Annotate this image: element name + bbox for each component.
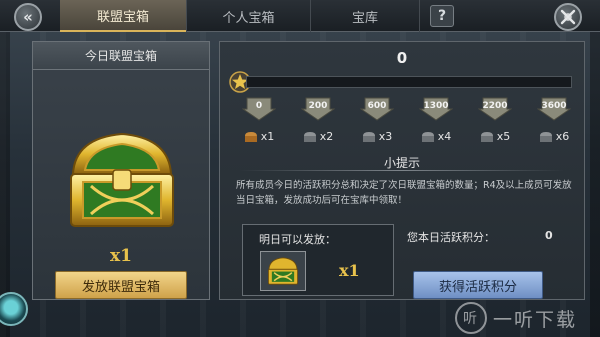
tab-alliance-chest[interactable]: 联盟宝箱 — [60, 0, 186, 32]
milestone-item[interactable]: 1300 x4 — [417, 97, 455, 143]
milestone-item[interactable]: 2200 x5 — [476, 97, 514, 143]
milestone-threshold: 1300 — [423, 101, 449, 111]
treasure-chest-icon — [70, 132, 174, 227]
tomorrow-label: 明日可以发放： — [259, 233, 336, 246]
back-button[interactable]: « — [14, 3, 42, 31]
milestone-reward-count: x5 — [496, 130, 511, 143]
milestone-arrow: 0 — [241, 97, 277, 121]
milestone-arrow: 200 — [300, 97, 336, 121]
crossed-swords-icon — [560, 9, 576, 25]
milestone-reward: x4 — [417, 130, 455, 143]
milestone-reward: x5 — [476, 130, 514, 143]
chest-quantity: x1 — [110, 246, 132, 266]
tab-personal-chest[interactable]: 个人宝箱 — [186, 0, 310, 32]
milestone-arrow: 3600 — [536, 97, 572, 121]
today-points-label: 您本日活跃积分： — [407, 231, 495, 244]
tomorrow-quantity: x1 — [339, 261, 360, 280]
small-chest-icon — [480, 131, 493, 142]
tip-text: 所有成员今日的活跃积分总和决定了次日联盟宝箱的数量；R4及以上成员可发放当日宝箱… — [236, 180, 572, 206]
tip-divider — [240, 170, 564, 171]
small-chest-icon — [303, 131, 316, 142]
milestone-reward-count: x3 — [378, 130, 393, 143]
milestone-item[interactable]: 600 x3 — [358, 97, 396, 143]
milestone-threshold: 0 — [255, 101, 263, 111]
current-points: 0 — [396, 49, 408, 67]
get-activity-points-button[interactable]: 获得活跃积分 — [413, 271, 543, 299]
milestone-threshold: 2200 — [482, 101, 508, 111]
today-points-value: 0 — [545, 229, 553, 242]
watermark-text: 一听下载 — [493, 308, 578, 331]
milestone-reward: x2 — [299, 130, 337, 143]
close-button[interactable] — [554, 3, 582, 31]
milestone-reward-count: x2 — [319, 130, 334, 143]
small-chest-icon — [539, 131, 552, 142]
tomorrow-chest-box: 明日可以发放： x1 — [242, 224, 394, 296]
small-chest-icon — [362, 131, 375, 142]
chest-thumbnail — [260, 251, 306, 291]
milestone-reward: x6 — [535, 130, 573, 143]
milestone-item[interactable]: 200 x2 — [299, 97, 337, 143]
milestone-reward: x1 — [240, 130, 278, 143]
alliance-chest-panel: 今日联盟宝箱 x1 发放联盟宝箱 — [32, 41, 210, 300]
watermark: 听 一听下载 — [455, 299, 600, 337]
help-button[interactable]: ? — [430, 5, 454, 27]
activity-points-panel: 0 0 x1 200 x2 600 x3 1300 x4 2200 x5 3600 x6 小提示 所有… — [219, 41, 585, 300]
milestone-threshold: 3600 — [541, 101, 567, 111]
milestone-row: 0 x1 200 x2 600 x3 1300 x4 2200 x5 3600 x6 — [240, 97, 573, 152]
double-chevron-left-icon: « — [23, 8, 33, 26]
milestone-reward: x3 — [358, 130, 396, 143]
watermark-logo: 听 — [455, 302, 487, 334]
send-alliance-chest-button[interactable]: 发放联盟宝箱 — [55, 271, 187, 299]
milestone-item[interactable]: 0 x1 — [240, 97, 278, 143]
tip-title: 小提示 — [383, 156, 420, 170]
milestone-reward-count: x6 — [555, 130, 570, 143]
milestone-arrow: 2200 — [477, 97, 513, 121]
milestone-item[interactable]: 3600 x6 — [535, 97, 573, 143]
small-chest-icon — [244, 131, 257, 142]
milestone-reward-count: x4 — [437, 130, 452, 143]
treasure-chest-icon — [268, 257, 298, 285]
panel-title: 今日联盟宝箱 — [33, 42, 209, 70]
milestone-threshold: 200 — [308, 101, 328, 111]
milestone-threshold: 600 — [367, 101, 387, 111]
activity-progress-bar — [246, 76, 572, 88]
tab-treasury[interactable]: 宝库 — [310, 0, 420, 32]
milestone-arrow: 600 — [359, 97, 395, 121]
milestone-arrow: 1300 — [418, 97, 454, 121]
top-bar: « 联盟宝箱 个人宝箱 宝库 ? — [0, 0, 600, 32]
small-chest-icon — [421, 131, 434, 142]
milestone-reward-count: x1 — [260, 130, 275, 143]
